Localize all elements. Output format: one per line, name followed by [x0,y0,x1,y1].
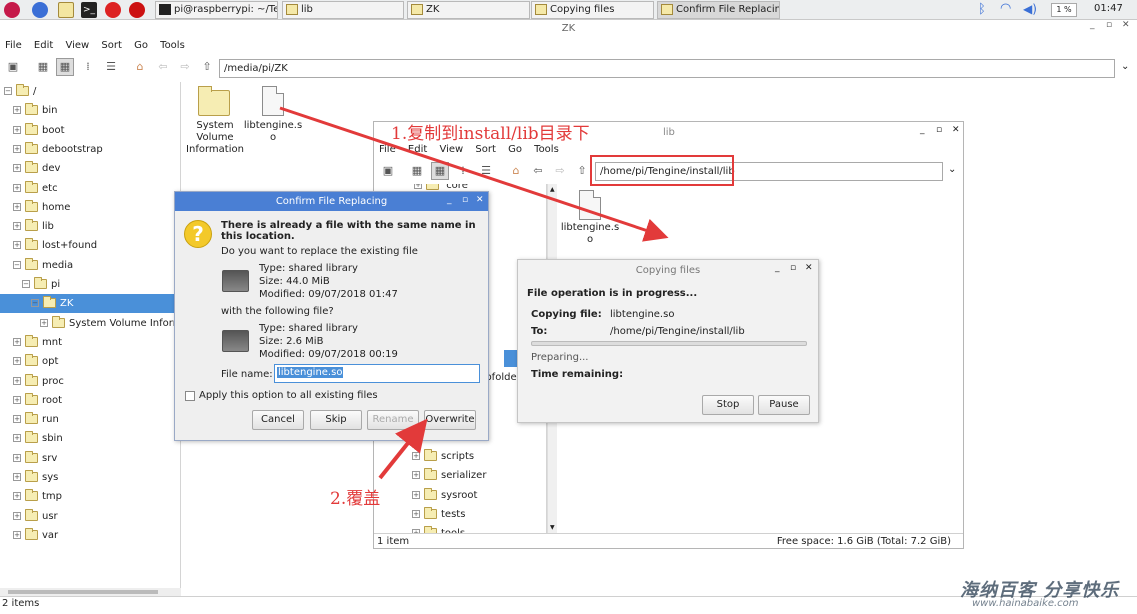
annotation-arrows [279,106,669,480]
arrow-to-lib [279,106,669,242]
watermark-url: www.hainabaike.com [972,598,1079,609]
arrow-to-overwrite [378,418,428,480]
